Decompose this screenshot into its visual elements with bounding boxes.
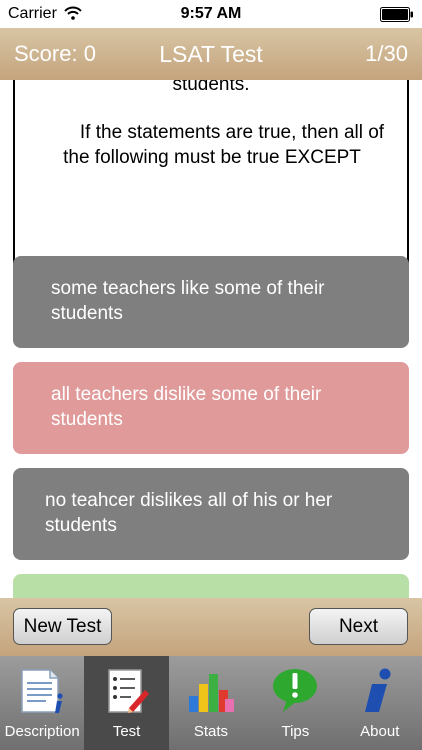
tab-bar: Description Test Stats Tips About bbox=[0, 656, 422, 750]
tips-icon bbox=[273, 669, 318, 712]
question-scroll-area[interactable]: students. If the statements are true, th… bbox=[0, 80, 422, 598]
next-button[interactable]: Next bbox=[309, 608, 408, 645]
page-title: LSAT Test bbox=[159, 41, 263, 67]
tab-description-label: Description bbox=[4, 723, 80, 740]
stats-icon bbox=[188, 674, 234, 712]
question-prompt: If the statements are true, then all of … bbox=[63, 122, 385, 168]
question-text-tail: students. bbox=[172, 80, 250, 95]
answer-option-1-text: some teachers like some of their student… bbox=[51, 278, 325, 324]
tab-test-label: Test bbox=[112, 723, 141, 740]
tab-tips[interactable]: Tips bbox=[253, 656, 337, 750]
answer-option-3[interactable]: no teahcer dislikes all of his or her st… bbox=[13, 468, 409, 560]
description-icon bbox=[21, 669, 63, 713]
about-icon bbox=[364, 668, 391, 712]
tab-about[interactable]: About bbox=[338, 656, 422, 750]
tab-stats-label: Stats bbox=[193, 723, 229, 740]
answer-option-3-text: no teahcer dislikes all of his or her st… bbox=[45, 490, 333, 536]
test-icon bbox=[107, 669, 149, 713]
status-time: 9:57 AM bbox=[180, 5, 242, 22]
battery-icon bbox=[380, 7, 413, 22]
tab-test[interactable]: Test bbox=[84, 656, 169, 750]
answer-option-2-text: all teachers dislike some of their stude… bbox=[51, 384, 322, 430]
action-bar: New Test Next bbox=[0, 598, 422, 656]
tab-description[interactable]: Description bbox=[0, 656, 84, 750]
tab-stats[interactable]: Stats bbox=[169, 656, 253, 750]
tab-about-label: About bbox=[360, 723, 400, 740]
answer-option-1[interactable]: some teachers like some of their student… bbox=[13, 256, 409, 348]
question-progress: 1/30 bbox=[365, 41, 408, 66]
answer-option-2[interactable]: all teachers dislike some of their stude… bbox=[13, 362, 409, 454]
status-bar: Carrier 9:57 AM bbox=[0, 0, 422, 28]
tab-tips-label: Tips bbox=[281, 723, 310, 740]
nav-header: Score: 0 LSAT Test 1/30 bbox=[0, 28, 422, 80]
answer-option-4[interactable] bbox=[13, 574, 409, 598]
new-test-button[interactable]: New Test bbox=[13, 608, 112, 645]
